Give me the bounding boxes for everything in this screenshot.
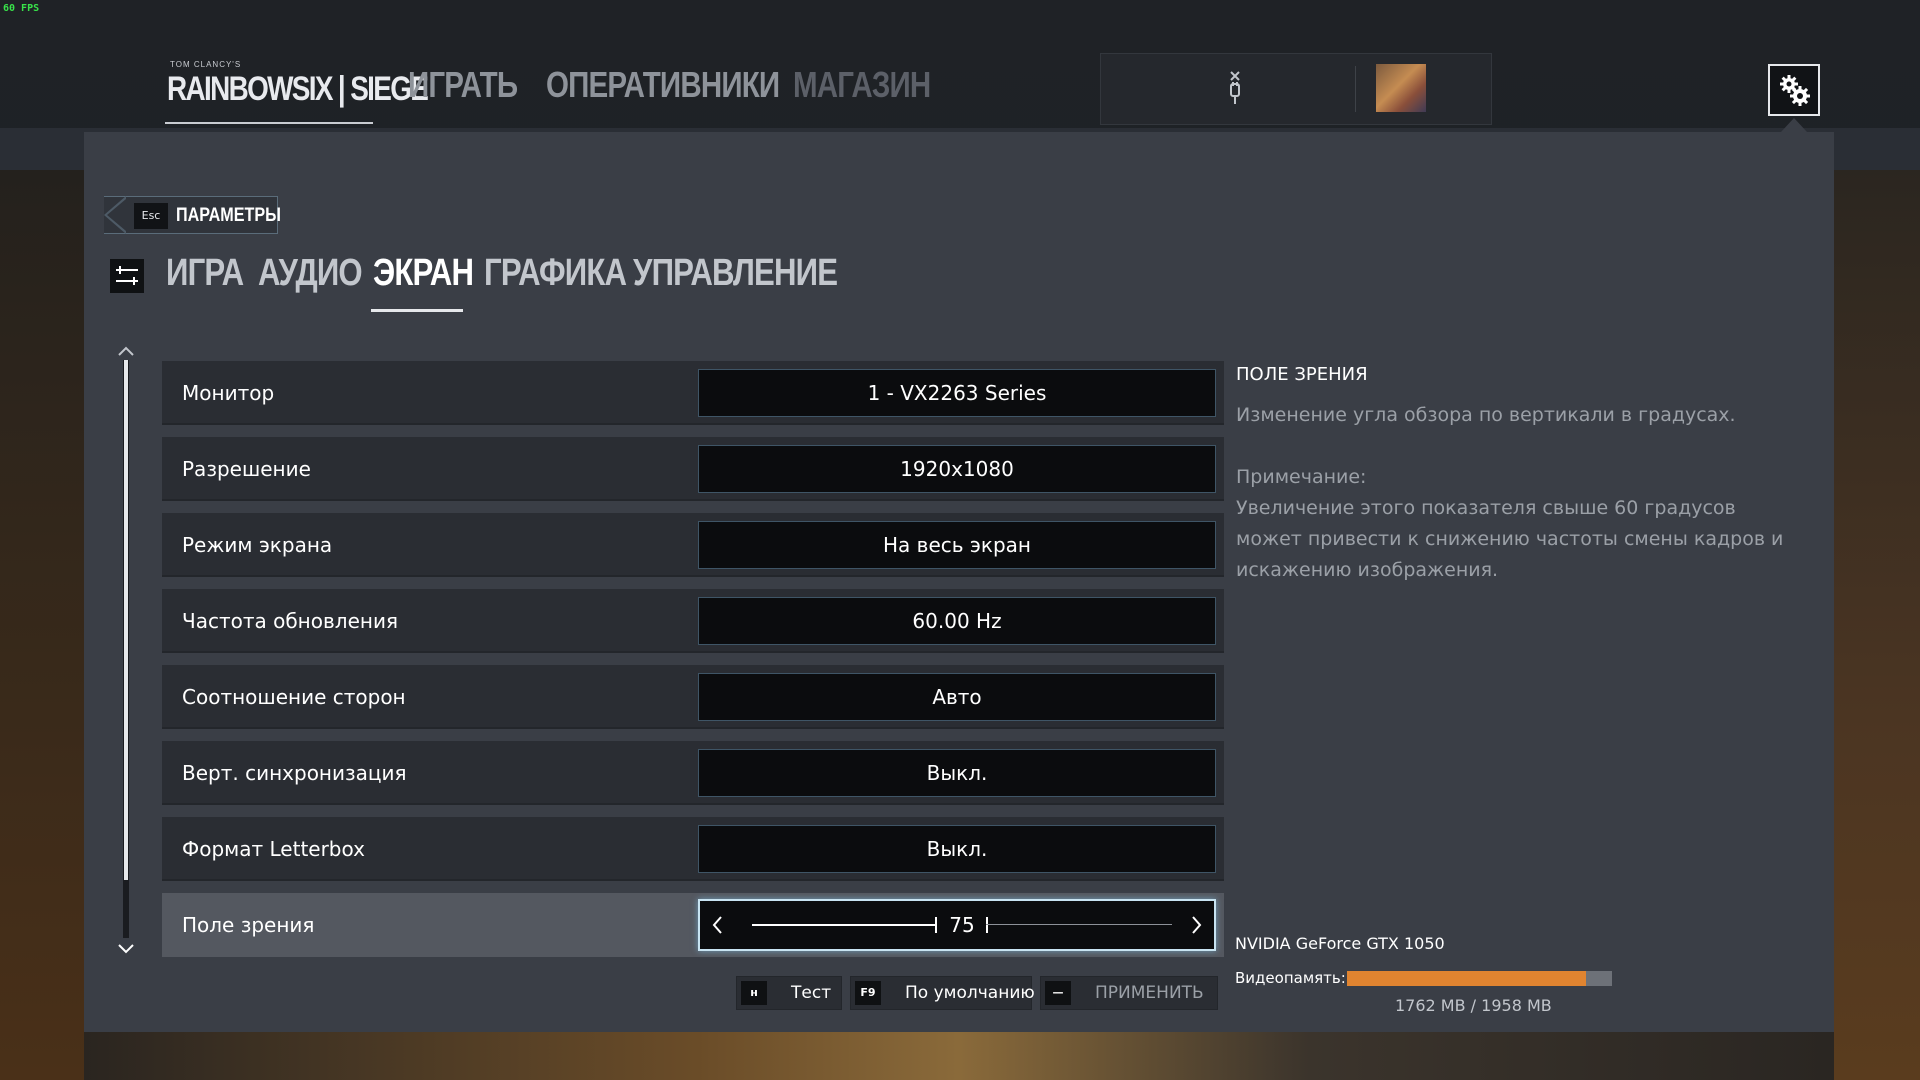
background-scene-bottom (84, 1032, 1834, 1080)
info-note-title: Примечание: (1236, 466, 1367, 488)
test-button[interactable]: н Тест (736, 976, 842, 1010)
setting-label: Поле зрения (182, 913, 315, 937)
nav-shop[interactable]: МАГАЗИН (793, 64, 931, 106)
profile-panel (1100, 53, 1492, 125)
key-hint: н (741, 981, 767, 1005)
setting-value-refresh-rate[interactable]: 60.00 Hz (698, 597, 1216, 645)
setting-label: Разрешение (182, 457, 311, 481)
setting-label: Частота обновления (182, 609, 398, 633)
info-description: Изменение угла обзора по вертикали в гра… (1236, 404, 1736, 426)
tab-controls[interactable]: УПРАВЛЕНИЕ (633, 252, 838, 295)
default-button[interactable]: F9 По умолчанию (850, 976, 1035, 1010)
scrollbar-thumb[interactable] (124, 360, 128, 880)
settings-button[interactable] (1768, 64, 1820, 116)
nav-operators[interactable]: ОПЕРАТИВНИКИ (546, 64, 780, 106)
logo-subtitle: TOM CLANCY'S (170, 60, 242, 69)
key-hint: — (1045, 981, 1071, 1005)
test-label: Тест (791, 983, 832, 1003)
scroll-up-icon[interactable] (116, 344, 136, 358)
background-scene-right (1834, 170, 1920, 1080)
slider-value: 75 (949, 913, 975, 937)
logo-title: RAINBOWSIX | SIEGE (167, 70, 429, 108)
gpu-name: NVIDIA GeForce GTX 1050 (1235, 934, 1445, 953)
gear-icon (1780, 75, 1810, 106)
setting-row-letterbox[interactable]: Формат Letterbox Выкл. (162, 817, 1224, 881)
slider-track[interactable] (986, 924, 1172, 925)
fov-slider[interactable]: 75 (698, 899, 1216, 951)
background-scene-left (0, 170, 84, 1080)
setting-label: Верт. синхронизация (182, 761, 407, 785)
tab-graphics[interactable]: ГРАФИКА (484, 252, 627, 295)
plug-icon[interactable] (1224, 68, 1246, 108)
chevron-left-icon[interactable] (710, 914, 726, 936)
nav-play[interactable]: ИГРАТЬ (408, 64, 518, 106)
active-tab-indicator (371, 309, 463, 312)
vram-bar (1347, 971, 1612, 986)
slider-rest-cap (986, 917, 988, 933)
scroll-down-icon[interactable] (116, 942, 136, 956)
settings-pointer (1781, 118, 1807, 132)
chevron-right-icon[interactable] (1188, 914, 1204, 936)
default-label: По умолчанию (905, 983, 1035, 1003)
setting-row-aspect-ratio[interactable]: Соотношение сторон Авто (162, 665, 1224, 729)
tab-audio[interactable]: АУДИО (258, 252, 363, 295)
setting-row-display-mode[interactable]: Режим экрана На весь экран (162, 513, 1224, 577)
info-title: ПОЛЕ ЗРЕНИЯ (1236, 364, 1368, 385)
setting-row-resolution[interactable]: Разрешение 1920x1080 (162, 437, 1224, 501)
sliders-icon[interactable] (110, 259, 144, 293)
setting-row-vsync[interactable]: Верт. синхронизация Выкл. (162, 741, 1224, 805)
setting-label: Формат Letterbox (182, 837, 365, 861)
setting-label: Режим экрана (182, 533, 333, 557)
vram-usage-text: 1762 MB / 1958 MB (1395, 996, 1552, 1015)
profile-divider (1355, 66, 1356, 112)
info-note: Увеличение этого показателя свыше 60 гра… (1236, 497, 1784, 581)
vram-label: Видеопамять: (1235, 969, 1346, 987)
setting-value-display-mode[interactable]: На весь экран (698, 521, 1216, 569)
game-logo[interactable]: TOM CLANCY'S RAINBOWSIX | SIEGE (165, 58, 429, 124)
avatar[interactable] (1376, 64, 1426, 112)
setting-value-resolution[interactable]: 1920x1080 (698, 445, 1216, 493)
setting-value-aspect-ratio[interactable]: Авто (698, 673, 1216, 721)
setting-value-vsync[interactable]: Выкл. (698, 749, 1216, 797)
back-arrow-inner (107, 199, 126, 231)
setting-label: Соотношение сторон (182, 685, 406, 709)
apply-label: ПРИМЕНИТЬ (1095, 983, 1204, 1003)
setting-row-monitor[interactable]: Монитор 1 - VX2263 Series (162, 361, 1224, 425)
setting-label: Монитор (182, 381, 275, 405)
esc-key-hint: Esc (134, 203, 168, 229)
vram-bar-fill (1347, 971, 1586, 986)
slider-fill (752, 924, 936, 926)
fps-counter: 60 FPS (3, 3, 40, 14)
setting-row-field-of-view[interactable]: Поле зрения 75 (162, 893, 1224, 957)
key-hint: F9 (855, 981, 881, 1005)
setting-value-monitor[interactable]: 1 - VX2263 Series (698, 369, 1216, 417)
slider-handle[interactable] (935, 917, 937, 933)
tab-game[interactable]: ИГРА (166, 252, 244, 295)
setting-value-letterbox[interactable]: Выкл. (698, 825, 1216, 873)
back-label[interactable]: ПАРАМЕТРЫ (176, 203, 281, 229)
apply-button[interactable]: — ПРИМЕНИТЬ (1040, 976, 1218, 1010)
setting-row-refresh-rate[interactable]: Частота обновления 60.00 Hz (162, 589, 1224, 653)
tab-screen[interactable]: ЭКРАН (373, 252, 474, 295)
